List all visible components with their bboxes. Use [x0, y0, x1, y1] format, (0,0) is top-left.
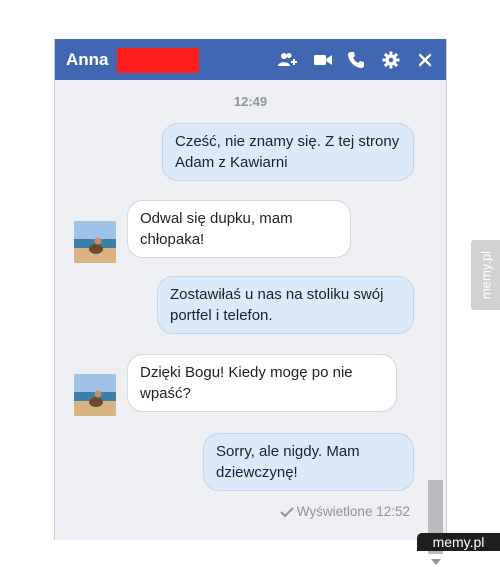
message-incoming: Odwal się dupku, mam chłopaka! [127, 200, 351, 258]
scroll-down-arrow-icon[interactable] [430, 557, 442, 567]
seen-status: Wyświetlone 12:52 [280, 504, 410, 519]
chat-window: Anna 12:49 Cześć, nie znamy się. Z tej s… [54, 39, 447, 565]
contact-avatar[interactable] [74, 221, 116, 263]
checkmark-icon [280, 506, 294, 517]
video-call-icon[interactable] [312, 49, 334, 71]
add-person-icon[interactable] [277, 49, 299, 71]
chat-header[interactable]: Anna [55, 39, 446, 80]
message-incoming: Dzięki Bogu! Kiedy mogę po nie wpaść? [127, 354, 397, 412]
watermark-text: memy.pl [478, 250, 493, 300]
contact-name[interactable]: Anna [66, 50, 109, 70]
watermark-tab: memy.pl [471, 240, 500, 310]
site-logo: memy.pl [417, 533, 500, 551]
contact-avatar[interactable] [74, 374, 116, 416]
redaction-bar [117, 48, 199, 73]
close-icon[interactable] [414, 49, 436, 71]
message-outgoing: Sorry, ale nigdy. Mam dziewczynę! [203, 433, 414, 491]
message-thread[interactable]: 12:49 Cześć, nie znamy się. Z tej strony… [55, 80, 446, 565]
message-outgoing: Zostawiłaś u nas na stoliku swój portfel… [157, 276, 414, 334]
seen-status-text: Wyświetlone 12:52 [296, 504, 410, 519]
phone-icon[interactable] [345, 49, 367, 71]
gear-icon[interactable] [380, 49, 402, 71]
message-outgoing: Cześć, nie znamy się. Z tej strony Adam … [162, 123, 414, 181]
message-timestamp: 12:49 [233, 94, 268, 109]
